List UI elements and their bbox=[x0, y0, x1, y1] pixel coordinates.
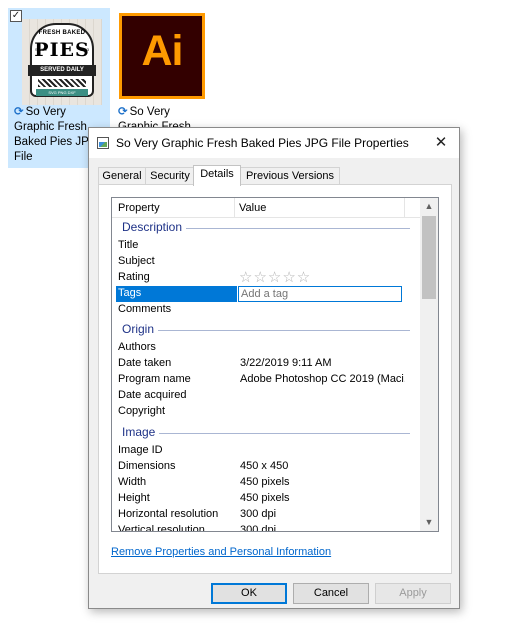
property-name: Rating bbox=[118, 271, 150, 283]
property-name: Vertical resolution bbox=[118, 524, 205, 532]
thumb-top-text: FRESH BAKED bbox=[38, 30, 86, 36]
property-row[interactable]: Vertical resolution 300 dpi bbox=[112, 523, 420, 532]
image-file-icon bbox=[97, 137, 109, 149]
pies-logo-badge: FRESH BAKED SINCE 1953 PIES SERVED DAILY… bbox=[28, 23, 96, 97]
property-row[interactable]: Height 450 pixels bbox=[112, 491, 420, 507]
file-label-line: Baked Pies JPG bbox=[14, 136, 98, 148]
tab-security[interactable]: Security bbox=[145, 167, 195, 185]
property-row[interactable]: Authors bbox=[112, 340, 420, 356]
file-label-line: So Very bbox=[129, 106, 170, 118]
section-divider bbox=[122, 330, 410, 331]
list-header: Property Value bbox=[112, 198, 420, 218]
property-name: Date taken bbox=[118, 357, 172, 369]
tab-general[interactable]: General bbox=[98, 167, 146, 185]
property-name: Title bbox=[118, 239, 139, 251]
close-button[interactable]: ✕ bbox=[423, 128, 459, 158]
cancel-button[interactable]: Cancel bbox=[293, 583, 369, 604]
property-value[interactable]: 3/22/2019 9:11 AM bbox=[240, 357, 405, 369]
property-row[interactable]: Date taken 3/22/2019 9:11 AM bbox=[112, 356, 420, 372]
rating-stars[interactable]: ☆☆☆☆☆ bbox=[239, 268, 311, 286]
property-name: Authors bbox=[118, 341, 156, 353]
property-row[interactable]: Copyright bbox=[112, 404, 420, 420]
selection-checkbox[interactable]: ✓ bbox=[10, 10, 22, 22]
property-value[interactable]: 450 pixels bbox=[240, 492, 405, 504]
thumb-formats: SVG PNG DXF bbox=[36, 89, 88, 96]
section-title: Description bbox=[122, 220, 187, 234]
scrollbar-thumb[interactable] bbox=[422, 216, 436, 299]
remove-properties-link[interactable]: Remove Properties and Personal Informati… bbox=[111, 546, 331, 558]
thumb-crust-pattern bbox=[38, 79, 86, 87]
file-item-ai[interactable]: Ai ⟳So Very Graphic Fresh bbox=[115, 8, 215, 138]
sync-icon: ⟳ bbox=[118, 106, 128, 118]
pies-thumbnail: FRESH BAKED SINCE 1953 PIES SERVED DAILY… bbox=[22, 19, 102, 105]
title-bar[interactable]: So Very Graphic Fresh Baked Pies JPG Fil… bbox=[89, 128, 459, 158]
property-name: Horizontal resolution bbox=[118, 508, 219, 520]
property-name: Subject bbox=[118, 255, 155, 267]
property-name: Tags bbox=[118, 287, 142, 299]
thumb-ribbon: SERVED DAILY bbox=[28, 65, 96, 76]
column-divider[interactable] bbox=[404, 198, 405, 218]
file-label-line: So Very bbox=[25, 106, 66, 118]
property-list[interactable]: Property Value Description Title Subject bbox=[111, 197, 439, 532]
section-origin: Origin bbox=[112, 321, 420, 339]
property-value[interactable]: 300 dpi bbox=[240, 508, 405, 520]
property-row[interactable]: Date acquired bbox=[112, 388, 420, 404]
ai-icon-text: Ai bbox=[141, 27, 184, 75]
vertical-scrollbar[interactable]: ▲ ▼ bbox=[420, 198, 438, 531]
property-value[interactable]: 450 pixels bbox=[240, 476, 405, 488]
ok-button[interactable]: OK bbox=[211, 583, 287, 604]
section-description: Description bbox=[112, 219, 420, 237]
property-row[interactable]: Comments bbox=[112, 302, 420, 318]
property-name: Date acquired bbox=[118, 389, 187, 401]
property-rows: Description Title Subject Rating ☆☆☆☆☆ T… bbox=[112, 218, 420, 532]
sync-icon: ⟳ bbox=[14, 106, 24, 118]
column-divider[interactable] bbox=[234, 198, 235, 218]
property-row[interactable]: Program name Adobe Photoshop CC 2019 (Ma… bbox=[112, 372, 420, 388]
scroll-up-arrow-icon[interactable]: ▲ bbox=[420, 198, 438, 215]
property-row[interactable]: Horizontal resolution 300 dpi bbox=[112, 507, 420, 523]
illustrator-file-icon: Ai bbox=[119, 13, 205, 99]
property-value[interactable]: Adobe Photoshop CC 2019 (Maci... bbox=[240, 373, 405, 385]
property-row[interactable]: Rating ☆☆☆☆☆ bbox=[112, 268, 420, 286]
section-image: Image bbox=[112, 424, 420, 442]
property-value[interactable]: 300 dpi bbox=[240, 524, 405, 531]
properties-dialog: So Very Graphic Fresh Baked Pies JPG Fil… bbox=[88, 127, 460, 609]
property-name: Width bbox=[118, 476, 147, 488]
property-name: Height bbox=[118, 492, 150, 504]
column-header-property[interactable]: Property bbox=[118, 202, 160, 214]
file-label-line: File bbox=[14, 151, 33, 163]
property-name: Program name bbox=[118, 373, 191, 385]
property-row[interactable]: Title bbox=[112, 238, 420, 254]
property-name: Image ID bbox=[118, 444, 163, 456]
details-panel: Property Value Description Title Subject bbox=[98, 184, 452, 574]
property-name: Dimensions bbox=[118, 460, 176, 472]
section-title: Origin bbox=[122, 322, 159, 336]
file-label-line: Graphic Fresh bbox=[14, 121, 87, 133]
section-divider bbox=[122, 433, 410, 434]
thumb-main-text: PIES bbox=[34, 39, 90, 61]
scroll-down-arrow-icon[interactable]: ▼ bbox=[420, 514, 438, 531]
property-row[interactable]: Width 450 pixels bbox=[112, 475, 420, 491]
tags-input[interactable] bbox=[238, 286, 402, 302]
apply-button[interactable]: Apply bbox=[375, 583, 451, 604]
property-row[interactable]: Image ID bbox=[112, 443, 420, 459]
tab-details[interactable]: Details bbox=[193, 165, 241, 186]
tab-previous-versions[interactable]: Previous Versions bbox=[240, 167, 340, 185]
property-row[interactable]: Dimensions 450 x 450 bbox=[112, 459, 420, 475]
property-name: Copyright bbox=[118, 405, 166, 417]
property-row-selected[interactable]: Tags bbox=[112, 286, 420, 302]
property-name: Comments bbox=[118, 303, 172, 315]
property-value[interactable]: 450 x 450 bbox=[240, 460, 405, 472]
dialog-title: So Very Graphic Fresh Baked Pies JPG Fil… bbox=[116, 136, 409, 150]
section-title: Image bbox=[122, 425, 160, 439]
column-header-value[interactable]: Value bbox=[239, 202, 266, 214]
